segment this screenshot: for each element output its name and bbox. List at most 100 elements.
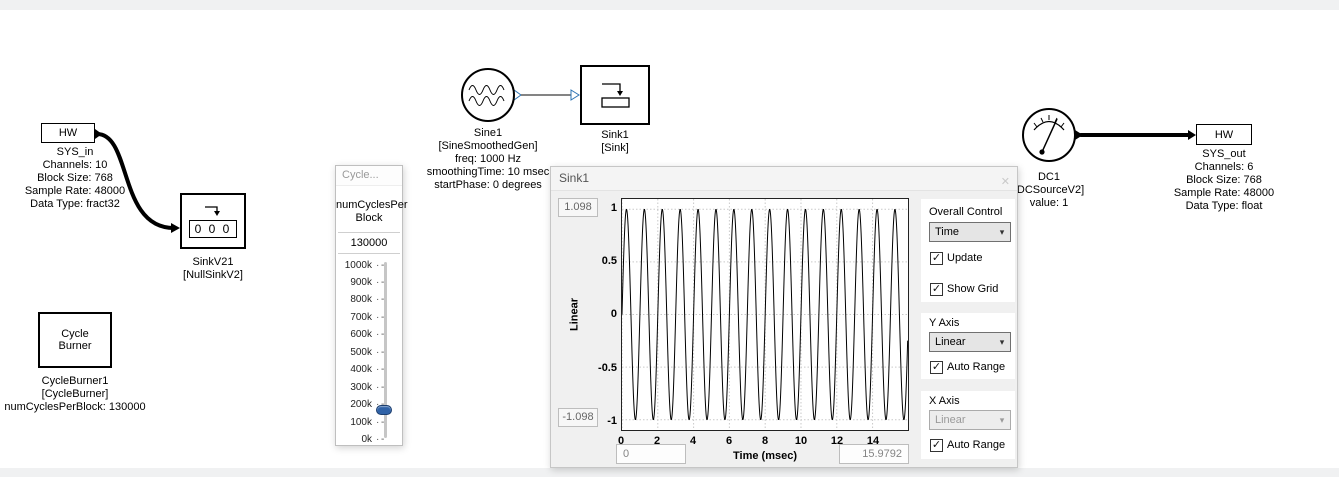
sys-out-prop-datatype: Data Type: float bbox=[1159, 200, 1289, 213]
block-sine1[interactable] bbox=[461, 68, 515, 122]
y-axis-group-title: Y Axis bbox=[929, 317, 959, 329]
y-axis-group: Y Axis Linear ▾ ✓ Auto Range bbox=[921, 313, 1015, 379]
sys-in-prop-datatype: Data Type: fract32 bbox=[15, 198, 135, 211]
slider-window-titlebar[interactable]: Cycle... bbox=[336, 166, 402, 186]
sys-in-name-label: SYS_in bbox=[15, 146, 135, 159]
overall-control-value: Time bbox=[930, 226, 994, 238]
update-checkbox[interactable]: ✓ Update bbox=[930, 251, 982, 265]
y-tick-1: 1 bbox=[589, 202, 617, 214]
checkmark-icon: ✓ bbox=[930, 283, 943, 296]
sys-out-title: HW bbox=[1215, 129, 1233, 141]
slider-param-line1: numCyclesPer bbox=[336, 199, 402, 211]
slider-tick-1000k: 1000k·- bbox=[336, 260, 402, 272]
panel-divider bbox=[338, 232, 400, 233]
chevron-down-icon: ▾ bbox=[994, 227, 1010, 238]
plot-area[interactable] bbox=[621, 198, 909, 431]
slider-tick-200k: 200k·- bbox=[336, 399, 402, 411]
sys-in-prop-blocksize: Block Size: 768 bbox=[15, 172, 135, 185]
overall-control-title: Overall Control bbox=[929, 206, 1002, 218]
x-start-input[interactable]: 0 bbox=[616, 444, 686, 464]
y-axis-select[interactable]: Linear ▾ bbox=[929, 332, 1011, 352]
sys-out-prop-blocksize: Block Size: 768 bbox=[1159, 174, 1289, 187]
show-grid-checkbox[interactable]: ✓ Show Grid bbox=[930, 282, 998, 296]
slider-tick-800k: 800k·- bbox=[336, 294, 402, 306]
checkmark-icon: ✓ bbox=[930, 439, 943, 452]
y-tick-0p5: 0.5 bbox=[589, 255, 617, 267]
sys-out-prop-samplerate: Sample Rate: 48000 bbox=[1159, 187, 1289, 200]
checkmark-icon: ✓ bbox=[930, 361, 943, 374]
cycle-burner-name-label: CycleBurner1 bbox=[15, 375, 135, 388]
sink1-name-label: Sink1 bbox=[555, 129, 675, 142]
slider-value-readout[interactable]: 130000 bbox=[336, 237, 402, 249]
sine1-name-label: Sine1 bbox=[408, 127, 568, 140]
block-sink1[interactable] bbox=[580, 65, 650, 125]
y-auto-range-checkbox[interactable]: ✓ Auto Range bbox=[930, 360, 1005, 374]
meter-gauge-icon bbox=[1024, 110, 1074, 160]
sine-wave-plot bbox=[622, 199, 908, 430]
cycle-burner-line1: Cycle bbox=[61, 328, 89, 340]
x-end-input[interactable]: 15.9792 bbox=[839, 444, 909, 464]
sinkv21-name-label: SinkV21 bbox=[153, 256, 273, 269]
sinkv21-value-display: 0 0 0 bbox=[189, 220, 238, 238]
block-dc1[interactable] bbox=[1022, 108, 1076, 162]
sys-in-title: HW bbox=[59, 127, 77, 139]
sys-out-name-label: SYS_out bbox=[1159, 148, 1289, 161]
x-tick-8: 8 bbox=[755, 435, 775, 447]
slider-tick-900k: 900k·- bbox=[336, 277, 402, 289]
sink-arrow-icon bbox=[202, 205, 224, 217]
schematic-canvas[interactable]: HW SYS_in Channels: 10 Block Size: 768 S… bbox=[0, 0, 1339, 477]
slider-tick-300k: 300k·- bbox=[336, 382, 402, 394]
slider-tick-400k: 400k·- bbox=[336, 364, 402, 376]
block-sys-out[interactable]: HW bbox=[1196, 124, 1252, 145]
close-icon[interactable]: ✕ bbox=[1001, 171, 1010, 194]
block-sinkv21[interactable]: 0 0 0 bbox=[180, 193, 246, 249]
sink1-type-label: [Sink] bbox=[555, 142, 675, 155]
y-axis-title: Linear bbox=[569, 285, 582, 345]
sine-wave-icon bbox=[463, 70, 513, 120]
x-auto-range-checkbox[interactable]: ✓ Auto Range bbox=[930, 438, 1005, 452]
chevron-down-icon: ▾ bbox=[994, 415, 1010, 426]
slider-handle[interactable] bbox=[376, 405, 392, 415]
y-tick-m1: -1 bbox=[589, 415, 617, 427]
slider-window-title: Cycle... bbox=[342, 169, 379, 181]
slider-tick-100k: 100k·- bbox=[336, 417, 402, 429]
overall-control-select[interactable]: Time ▾ bbox=[929, 222, 1011, 242]
overall-control-group: Overall Control Time ▾ ✓ Update ✓ Show G… bbox=[921, 199, 1015, 302]
sine1-prop-freq: freq: 1000 Hz bbox=[408, 153, 568, 166]
show-grid-checkbox-label: Show Grid bbox=[947, 283, 998, 295]
cycle-burner-line2: Burner bbox=[58, 340, 91, 352]
x-axis-group-title: X Axis bbox=[929, 395, 960, 407]
y-tick-0: 0 bbox=[589, 308, 617, 320]
slider-tick-600k: 600k·- bbox=[336, 329, 402, 341]
y-tick-m0p5: -0.5 bbox=[589, 362, 617, 374]
sink1-plot-window[interactable]: Sink1 ✕ 1.098 -1.098 Linear 1 0.5 0 -0.5… bbox=[550, 166, 1018, 468]
panel-divider bbox=[338, 253, 400, 254]
slider-param-line2: Block bbox=[336, 212, 402, 224]
slider-tick-700k: 700k·- bbox=[336, 312, 402, 324]
x-tick-4: 4 bbox=[683, 435, 703, 447]
sine1-prop-smoothing: smoothingTime: 10 msec bbox=[408, 166, 568, 179]
sine1-type-label: [SineSmoothedGen] bbox=[408, 140, 568, 153]
plot-window-titlebar[interactable]: Sink1 ✕ bbox=[551, 167, 1017, 191]
sys-in-prop-samplerate: Sample Rate: 48000 bbox=[15, 185, 135, 198]
x-auto-range-label: Auto Range bbox=[947, 439, 1005, 451]
sinkv21-input-pin bbox=[171, 223, 180, 233]
block-cycle-burner[interactable]: Cycle Burner bbox=[38, 312, 112, 368]
x-tick-6: 6 bbox=[719, 435, 739, 447]
x-axis-select: Linear ▾ bbox=[929, 410, 1011, 430]
x-tick-10: 10 bbox=[791, 435, 811, 447]
sink-box-icon bbox=[595, 78, 635, 112]
x-axis-select-value: Linear bbox=[930, 414, 994, 426]
checkmark-icon: ✓ bbox=[930, 252, 943, 265]
sys-out-input-pin bbox=[1188, 130, 1196, 140]
sys-in-prop-channels: Channels: 10 bbox=[15, 159, 135, 172]
block-sys-in[interactable]: HW bbox=[41, 123, 95, 143]
sine1-output-pin bbox=[514, 90, 521, 100]
plot-window-title: Sink1 bbox=[559, 171, 589, 185]
slider-tick-500k: 500k·- bbox=[336, 347, 402, 359]
update-checkbox-label: Update bbox=[947, 252, 982, 264]
y-axis-select-value: Linear bbox=[930, 336, 994, 348]
sink1-input-pin bbox=[571, 90, 579, 100]
cycle-slider-window[interactable]: Cycle... numCyclesPer Block 130000 1000k… bbox=[335, 165, 403, 446]
slider-tick-0k: 0k·- bbox=[336, 434, 402, 446]
